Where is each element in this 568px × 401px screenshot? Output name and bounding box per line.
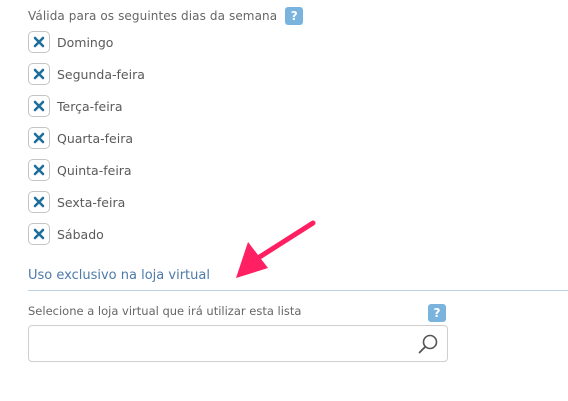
day-label: Segunda-feira — [57, 66, 145, 82]
check-x-icon — [33, 100, 45, 112]
day-label: Terça-feira — [57, 98, 123, 114]
help-button-days[interactable]: ? — [285, 7, 304, 25]
day-row-quarta: Quarta-feira — [28, 125, 133, 151]
help-button-store[interactable]: ? — [428, 304, 446, 322]
checkbox-sexta[interactable] — [28, 191, 50, 213]
checkbox-domingo[interactable] — [28, 31, 50, 53]
days-header: Válida para os seguintes dias da semana … — [28, 7, 304, 25]
days-label: Válida para os seguintes dias da semana — [28, 9, 278, 23]
check-x-icon — [33, 164, 45, 176]
store-search-input[interactable] — [37, 326, 411, 361]
day-row-quinta: Quinta-feira — [28, 157, 132, 183]
day-label: Sexta-feira — [57, 194, 126, 210]
day-row-domingo: Domingo — [28, 29, 113, 55]
checkbox-sabado[interactable] — [28, 223, 50, 245]
check-x-icon — [33, 36, 45, 48]
day-label: Domingo — [57, 34, 114, 50]
day-label: Quinta-feira — [57, 162, 132, 178]
day-row-sabado: Sábado — [28, 221, 104, 247]
check-x-icon — [33, 132, 45, 144]
checkbox-quinta[interactable] — [28, 159, 50, 181]
search-icon[interactable] — [417, 333, 439, 355]
checkbox-quarta[interactable] — [28, 127, 50, 149]
section-divider — [28, 290, 568, 291]
day-label: Quarta-feira — [57, 130, 133, 146]
section-title-store: Uso exclusivo na loja virtual — [28, 268, 210, 283]
day-row-terca: Terça-feira — [28, 93, 122, 119]
checkbox-terca[interactable] — [28, 95, 50, 117]
store-search-field[interactable] — [28, 325, 448, 362]
checkbox-segunda[interactable] — [28, 63, 50, 85]
day-label: Sábado — [57, 226, 104, 242]
check-x-icon — [33, 196, 45, 208]
day-row-segunda: Segunda-feira — [28, 61, 145, 87]
check-x-icon — [33, 68, 45, 80]
check-x-icon — [33, 228, 45, 240]
store-select-label: Selecione a loja virtual que irá utiliza… — [28, 304, 302, 318]
day-row-sexta: Sexta-feira — [28, 189, 125, 215]
